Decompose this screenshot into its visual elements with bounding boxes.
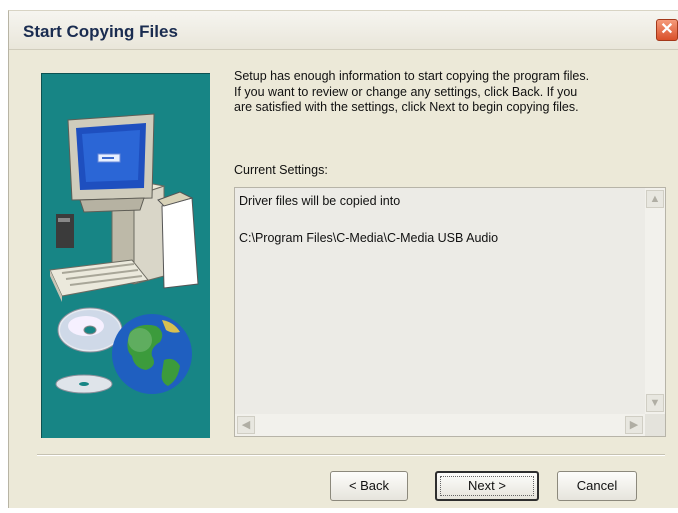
- settings-content: Driver files will be copied into C:\Prog…: [239, 194, 498, 246]
- setup-dialog: Start Copying Files ✕ Setup has enough i…: [8, 10, 678, 508]
- separator: [37, 454, 665, 456]
- setup-illustration-art: [49, 113, 199, 394]
- current-settings-label: Current Settings:: [234, 163, 328, 177]
- title-bar[interactable]: Start Copying Files ✕: [9, 11, 678, 50]
- settings-line: C:\Program Files\C-Media\C-Media USB Aud…: [239, 231, 499, 245]
- settings-line: Driver files will be copied into: [239, 194, 401, 208]
- next-button-label: Next >: [440, 476, 534, 496]
- instructions-line: If you want to review or change any sett…: [234, 84, 578, 99]
- cd-disc-icon: [55, 307, 123, 394]
- computer-icon: [49, 113, 199, 302]
- instructions-line: are satisfied with the settings, click N…: [234, 100, 579, 114]
- scrollbar-corner: [645, 414, 665, 436]
- scroll-up-icon[interactable]: ▲: [646, 190, 664, 208]
- instructions-text: Setup has enough information to start co…: [234, 69, 666, 116]
- vertical-scrollbar[interactable]: ▲ ▼: [645, 188, 665, 414]
- scroll-left-icon[interactable]: ◀: [237, 416, 255, 434]
- current-settings-textbox[interactable]: Driver files will be copied into C:\Prog…: [234, 187, 666, 437]
- close-button[interactable]: ✕: [656, 19, 678, 41]
- scroll-right-icon[interactable]: ▶: [625, 416, 643, 434]
- instructions-line: Setup has enough information to start co…: [234, 69, 590, 83]
- horizontal-scrollbar[interactable]: ◀ ▶: [235, 414, 645, 436]
- next-button[interactable]: Next >: [435, 471, 539, 501]
- setup-illustration: [41, 73, 210, 438]
- cancel-button[interactable]: Cancel: [557, 471, 637, 501]
- dialog-title: Start Copying Files: [23, 22, 178, 41]
- scroll-down-icon[interactable]: ▼: [646, 394, 664, 412]
- globe-icon: [112, 314, 192, 394]
- back-button[interactable]: < Back: [330, 471, 408, 501]
